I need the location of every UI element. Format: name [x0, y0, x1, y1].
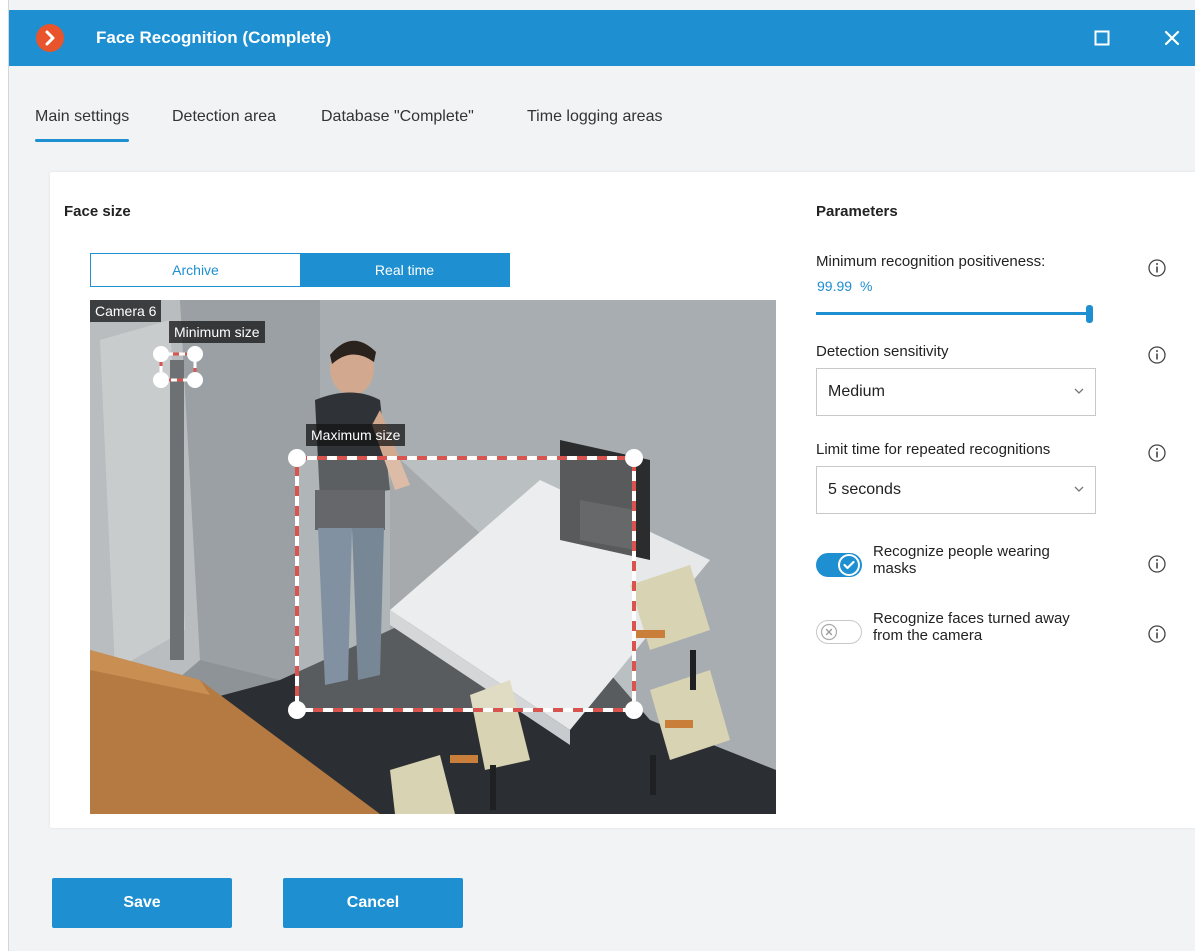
info-icon[interactable]: [1147, 554, 1167, 574]
turned-away-toggle-label-line1: Recognize faces turned away: [873, 610, 1070, 627]
camera-name-label: Camera 6: [90, 300, 162, 322]
masks-toggle[interactable]: [816, 553, 862, 577]
close-button[interactable]: [1157, 23, 1187, 53]
app-logo-icon: [36, 24, 64, 52]
sensitivity-select[interactable]: Medium: [816, 368, 1096, 416]
turned-away-toggle[interactable]: [816, 620, 862, 644]
masks-toggle-label-line1: Recognize people wearing: [873, 543, 1050, 560]
repeat-limit-label: Limit time for repeated recognitions: [816, 441, 1051, 458]
turned-away-toggle-label: Recognize faces turned away from the cam…: [873, 610, 1070, 644]
maximize-button[interactable]: [1087, 23, 1117, 53]
tab-time-logging-areas[interactable]: Time logging areas: [527, 108, 662, 126]
tab-database[interactable]: Database "Complete": [321, 108, 474, 126]
info-icon[interactable]: [1147, 443, 1167, 463]
positiveness-slider-thumb[interactable]: [1086, 305, 1093, 323]
positiveness-unit: %: [859, 278, 873, 294]
save-button[interactable]: Save: [52, 878, 232, 928]
repeat-limit-select-value: 5 seconds: [828, 481, 901, 498]
minimum-size-handle-top-right[interactable]: [187, 346, 203, 362]
realtime-mode-button[interactable]: Real time: [300, 254, 509, 286]
face-recognition-window: Face Recognition (Complete) Main setting…: [8, 0, 1195, 951]
masks-toggle-label-line2: masks: [873, 560, 917, 577]
sensitivity-label: Detection sensitivity: [816, 343, 949, 360]
title-bar: Face Recognition (Complete): [9, 10, 1195, 66]
maximum-size-handle-bottom-left[interactable]: [288, 701, 306, 719]
maximum-size-label: Maximum size: [306, 424, 406, 446]
minimum-size-label: Minimum size: [169, 321, 265, 343]
turned-away-toggle-label-line2: from the camera: [873, 627, 983, 644]
tab-main-settings[interactable]: Main settings: [35, 108, 130, 142]
maximum-size-handle-top-left[interactable]: [288, 449, 306, 467]
tab-detection-area[interactable]: Detection area: [172, 108, 276, 126]
cancel-button[interactable]: Cancel: [283, 878, 463, 928]
chevron-down-icon: [1074, 486, 1084, 492]
info-icon[interactable]: [1147, 624, 1167, 644]
repeat-limit-select[interactable]: 5 seconds: [816, 466, 1096, 514]
camera-view[interactable]: Camera 6 Minimum size Maximum size: [90, 300, 776, 814]
positiveness-label: Minimum recognition positiveness:: [816, 253, 1046, 270]
minimum-size-handle-top-left[interactable]: [153, 346, 169, 362]
settings-panel: Face size Archive Real time Camera 6 Min…: [50, 172, 1195, 828]
positiveness-slider-track[interactable]: [816, 312, 1088, 315]
close-icon: [1164, 30, 1180, 46]
info-icon[interactable]: [1147, 345, 1167, 365]
mode-switch: Archive Real time: [90, 253, 510, 287]
masks-toggle-label: Recognize people wearing masks: [873, 543, 1050, 577]
minimum-size-handle-bottom-left[interactable]: [153, 372, 169, 388]
window-title: Face Recognition (Complete): [96, 28, 332, 47]
parameters-heading: Parameters: [816, 203, 898, 220]
maximum-size-handle-top-right[interactable]: [625, 449, 643, 467]
chevron-down-icon: [1074, 388, 1084, 394]
positiveness-value: 99.99 %: [817, 278, 872, 294]
archive-mode-button[interactable]: Archive: [91, 254, 300, 286]
minimum-size-handle-bottom-right[interactable]: [187, 372, 203, 388]
positiveness-number: 99.99: [817, 278, 853, 294]
maximum-size-handle-bottom-right[interactable]: [625, 701, 643, 719]
info-icon[interactable]: [1147, 258, 1167, 278]
square-icon: [1094, 30, 1110, 46]
x-icon: [818, 621, 840, 643]
face-size-heading: Face size: [64, 203, 131, 220]
sensitivity-select-value: Medium: [828, 383, 885, 400]
check-icon: [838, 554, 860, 576]
